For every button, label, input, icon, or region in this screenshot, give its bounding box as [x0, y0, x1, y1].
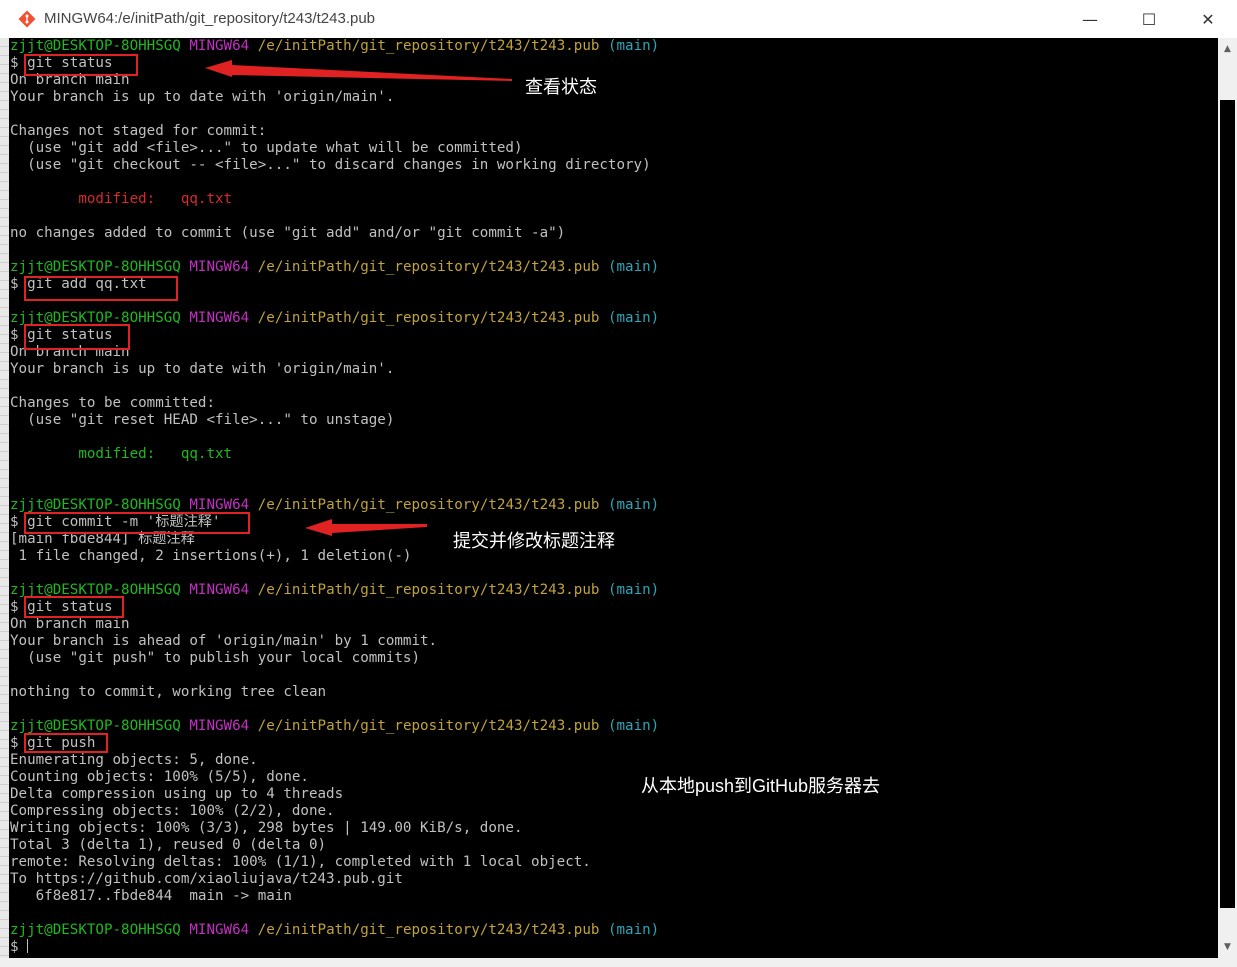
highlight-box-push: [24, 733, 108, 753]
output-line: Changes not staged for commit:: [10, 123, 267, 139]
highlight-box-commit: [24, 512, 250, 534]
annotation-status: 查看状态: [525, 77, 597, 97]
output-line: Your branch is up to date with 'origin/m…: [10, 89, 395, 105]
minimize-button[interactable]: —: [1061, 0, 1119, 38]
highlight-box-status-1: [24, 54, 138, 76]
output-line: (use "git push" to publish your local co…: [10, 650, 420, 666]
output-line: To https://github.com/xiaoliujava/t243.p…: [10, 871, 403, 887]
scroll-up-arrow-icon[interactable]: ▲: [1218, 40, 1237, 58]
close-button[interactable]: ✕: [1179, 0, 1237, 38]
vertical-scrollbar[interactable]: ▲ ▼: [1218, 38, 1237, 958]
prompt-line: zjjt@DESKTOP-8OHHSGQ MINGW64 /e/initPath…: [10, 259, 660, 275]
window-titlebar: MINGW64:/e/initPath/git_repository/t243/…: [0, 0, 1237, 38]
modified-file-unstaged: modified: qq.txt: [10, 191, 233, 207]
scrollbar-thumb[interactable]: [1220, 100, 1235, 908]
window-bottom-edge: [0, 958, 1237, 967]
output-line: Changes to be committed:: [10, 395, 215, 411]
maximize-icon: ☐: [1141, 9, 1157, 29]
text-cursor: [27, 939, 29, 953]
highlight-box-status-3: [24, 596, 124, 618]
output-line: Compressing objects: 100% (2/2), done.: [10, 803, 335, 819]
close-icon: ✕: [1201, 9, 1215, 29]
output-line: remote: Resolving deltas: 100% (1/1), co…: [10, 854, 591, 870]
output-line: (use "git reset HEAD <file>..." to unsta…: [10, 412, 395, 428]
output-line: (use "git add <file>..." to update what …: [10, 140, 523, 156]
command-input-line[interactable]: $: [10, 939, 29, 956]
output-line: Writing objects: 100% (3/3), 298 bytes |…: [10, 820, 523, 836]
output-line: (use "git checkout -- <file>..." to disc…: [10, 157, 651, 173]
prompt-line: zjjt@DESKTOP-8OHHSGQ MINGW64 /e/initPath…: [10, 38, 660, 54]
output-line: Counting objects: 100% (5/5), done.: [10, 769, 309, 785]
output-line: nothing to commit, working tree clean: [10, 684, 327, 700]
git-bash-icon: [18, 10, 36, 28]
output-line: 1 file changed, 2 insertions(+), 1 delet…: [10, 548, 412, 564]
window-left-edge: [0, 38, 9, 958]
output-line: Total 3 (delta 1), reused 0 (delta 0): [10, 837, 327, 853]
scroll-down-arrow-icon[interactable]: ▼: [1218, 938, 1237, 956]
minimize-icon: —: [1082, 9, 1098, 29]
output-line: Delta compression using up to 4 threads: [10, 786, 344, 802]
output-line: Your branch is ahead of 'origin/main' by…: [10, 633, 438, 649]
annotation-commit: 提交并修改标题注释: [453, 531, 615, 551]
window-title: MINGW64:/e/initPath/git_repository/t243/…: [44, 10, 376, 27]
highlight-box-add: [24, 276, 178, 301]
maximize-button[interactable]: ☐: [1120, 0, 1178, 38]
modified-file-staged: modified: qq.txt: [10, 446, 233, 462]
output-line: Enumerating objects: 5, done.: [10, 752, 258, 768]
output-line: Your branch is up to date with 'origin/m…: [10, 361, 395, 377]
prompt-line: zjjt@DESKTOP-8OHHSGQ MINGW64 /e/initPath…: [10, 922, 660, 938]
annotation-push: 从本地push到GitHub服务器去: [641, 776, 881, 796]
output-line: On branch main: [10, 616, 130, 632]
output-line: 6f8e817..fbde844 main -> main: [10, 888, 292, 904]
highlight-box-status-2: [24, 324, 130, 350]
output-line: no changes added to commit (use "git add…: [10, 225, 566, 241]
